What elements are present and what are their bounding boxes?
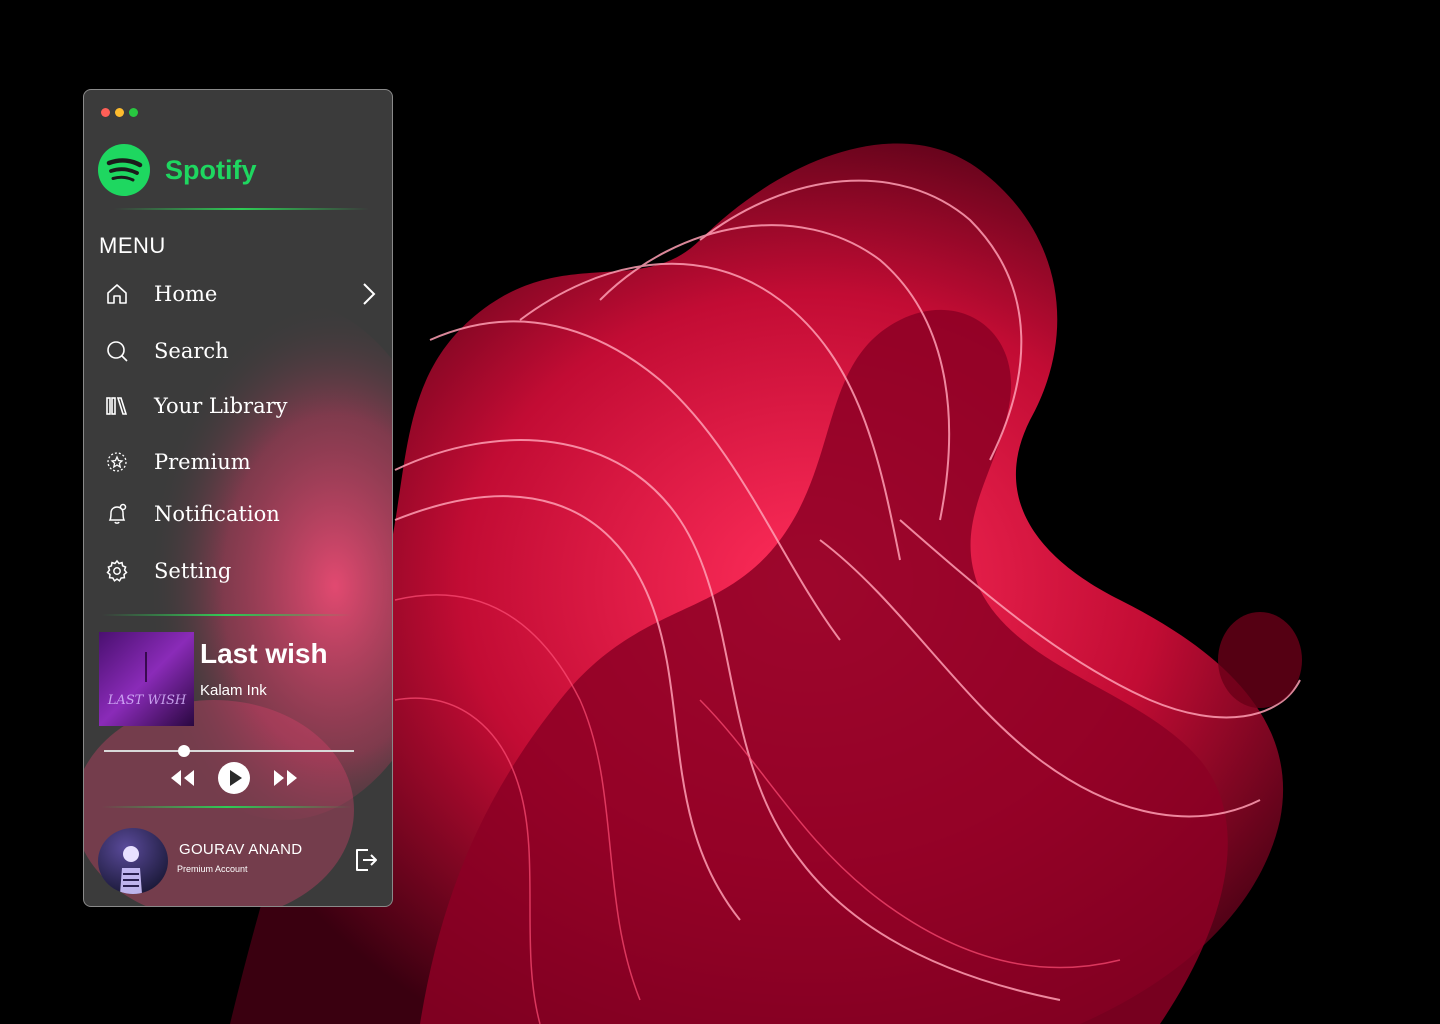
premium-badge-icon bbox=[104, 449, 130, 475]
divider bbox=[114, 208, 369, 210]
library-icon bbox=[104, 393, 130, 419]
search-icon bbox=[104, 338, 130, 364]
divider bbox=[102, 614, 352, 616]
menu-heading: MENU bbox=[99, 233, 166, 258]
nav-label: Premium bbox=[154, 450, 251, 474]
nav-item-notification[interactable]: Notification bbox=[104, 496, 376, 532]
user-plan: Premium Account bbox=[177, 864, 248, 874]
fast-forward-icon[interactable] bbox=[272, 768, 300, 788]
logout-icon[interactable] bbox=[354, 847, 378, 873]
spotify-logo-icon bbox=[98, 144, 150, 196]
song-artist[interactable]: Kalam Ink bbox=[200, 682, 267, 699]
brand-name: Spotify bbox=[165, 154, 257, 185]
nav-item-setting[interactable]: Setting bbox=[104, 553, 376, 589]
nav-label: Setting bbox=[154, 559, 232, 583]
nav-label: Home bbox=[154, 282, 218, 306]
nav-item-search[interactable]: Search bbox=[104, 333, 376, 369]
nav-label: Your Library bbox=[154, 394, 288, 418]
album-art[interactable]: LAST WISH bbox=[99, 632, 194, 726]
nav-item-home[interactable]: Home bbox=[104, 276, 376, 312]
gear-icon bbox=[104, 558, 130, 584]
progress-bar[interactable] bbox=[104, 745, 354, 757]
bell-icon bbox=[104, 501, 130, 527]
playback-controls bbox=[168, 762, 300, 794]
nav-item-your-library[interactable]: Your Library bbox=[104, 388, 376, 424]
brand[interactable]: Spotify bbox=[98, 144, 257, 196]
rewind-icon[interactable] bbox=[168, 768, 196, 788]
play-icon[interactable] bbox=[218, 762, 250, 794]
nav-label: Notification bbox=[154, 502, 280, 526]
zoom-button[interactable] bbox=[129, 108, 138, 117]
avatar[interactable] bbox=[98, 828, 168, 894]
song-title: Last wish bbox=[200, 638, 328, 669]
spotify-sidebar-window: Spotify MENU Home Search Your Library Pr… bbox=[83, 89, 393, 907]
nav-label: Search bbox=[154, 339, 229, 363]
window-controls bbox=[101, 108, 138, 117]
user-name: GOURAV ANAND bbox=[179, 841, 303, 858]
divider bbox=[102, 806, 352, 808]
nav-item-premium[interactable]: Premium bbox=[104, 444, 376, 480]
minimize-button[interactable] bbox=[115, 108, 124, 117]
album-art-text: LAST WISH bbox=[107, 693, 187, 708]
home-icon bbox=[104, 281, 130, 307]
chevron-right-icon bbox=[363, 283, 376, 305]
progress-knob[interactable] bbox=[178, 745, 190, 757]
close-button[interactable] bbox=[101, 108, 110, 117]
